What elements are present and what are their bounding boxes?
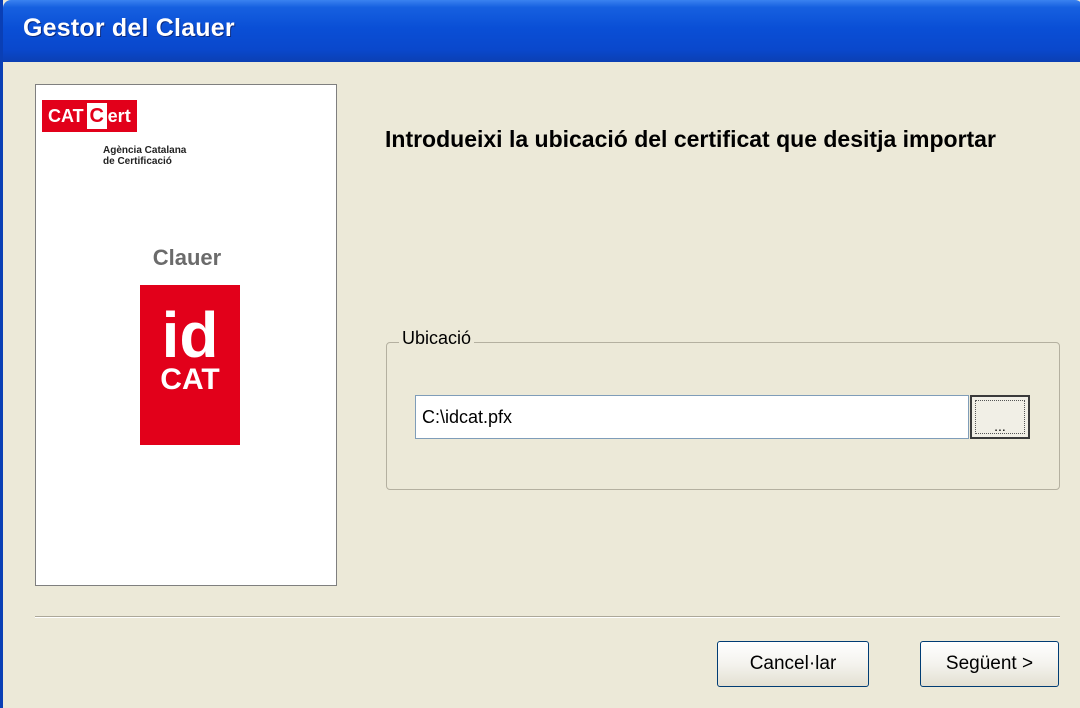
- cancel-button[interactable]: Cancel·lar: [717, 641, 869, 687]
- location-groupbox: Ubicació ...: [386, 328, 1060, 490]
- product-label: Clauer: [152, 245, 222, 270]
- page-heading: Introdueixi la ubicació del certificat q…: [385, 126, 996, 152]
- certificate-path-input[interactable]: [415, 395, 969, 439]
- idcat-logo: id CAT: [140, 285, 240, 445]
- browse-button[interactable]: ...: [970, 395, 1030, 439]
- window-title: Gestor del Clauer: [23, 14, 235, 42]
- agency-line-1: Agència Catalana: [103, 145, 187, 156]
- agency-name: Agència Catalana de Certificació: [103, 145, 186, 167]
- logo-c-letter: C: [86, 103, 107, 129]
- wizard-window: Gestor del Clauer CAT C ert Agència Cata…: [0, 0, 1080, 708]
- footer-separator: [35, 616, 1060, 618]
- logo-cert-text: C ert: [86, 100, 137, 132]
- agency-line-2: de Certificació: [103, 156, 172, 167]
- browse-button-label: ...: [975, 400, 1025, 434]
- catcert-logo: CAT C ert: [42, 100, 137, 132]
- logo-cat-text: CAT: [42, 100, 87, 132]
- idcat-id-text: id: [161, 299, 219, 371]
- location-group-label: Ubicació: [399, 328, 475, 349]
- branding-panel: CAT C ert Agència Catalana de Certificac…: [35, 84, 337, 586]
- title-bar[interactable]: Gestor del Clauer: [3, 0, 1080, 62]
- next-button[interactable]: Següent >: [920, 641, 1059, 687]
- idcat-cat-text: CAT: [160, 363, 220, 396]
- logo-ert-letters: ert: [107, 106, 131, 126]
